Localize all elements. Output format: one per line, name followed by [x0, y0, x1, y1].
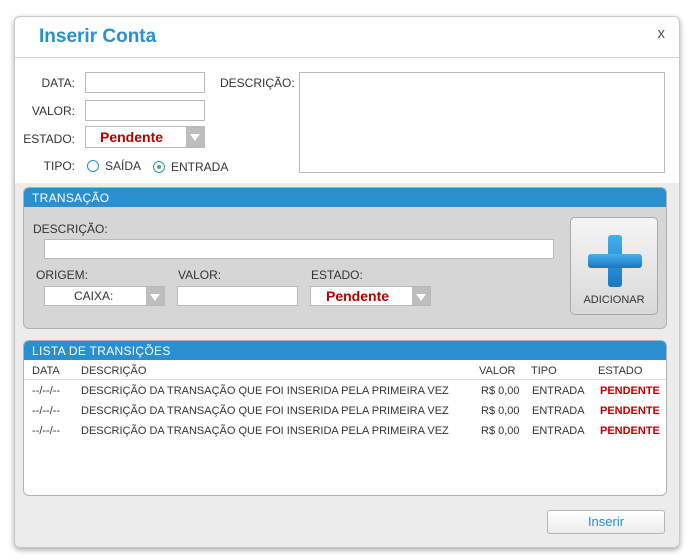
- radio-entrada-label: ENTRADA: [171, 160, 229, 174]
- transaction-estado-value: Pendente: [326, 288, 390, 304]
- column-header-data: DATA: [32, 365, 60, 377]
- row-valor: R$ 0,00: [481, 425, 520, 437]
- transactions-list-header: LISTA DE TRANSIÇÕES: [24, 341, 666, 360]
- transaction-estado-label: ESTADO:: [311, 268, 363, 282]
- dialog-title: Inserir Conta: [39, 26, 157, 47]
- column-header-valor: VALOR: [479, 365, 516, 377]
- transaction-panel: TRANSAÇÃO DESCRIÇÃO: ORIGEM: CAIXA: VALO…: [23, 187, 667, 329]
- valor-input[interactable]: [85, 100, 205, 121]
- tipo-label: TIPO:: [43, 159, 75, 173]
- origem-select[interactable]: CAIXA:: [44, 286, 165, 306]
- insert-button[interactable]: Inserir: [547, 510, 665, 534]
- add-transaction-label: ADICIONAR: [583, 294, 645, 306]
- close-icon[interactable]: x: [658, 25, 666, 42]
- row-valor: R$ 0,00: [481, 385, 520, 397]
- column-header-estado: ESTADO: [598, 365, 643, 377]
- radio-saida[interactable]: [87, 160, 99, 172]
- valor-label: VALOR:: [31, 104, 75, 118]
- descricao-label: DESCRIÇÃO:: [220, 76, 295, 90]
- origem-label: ORIGEM:: [36, 268, 89, 282]
- transaction-descricao-input[interactable]: [44, 239, 554, 259]
- status-badge: PENDENTE: [600, 425, 660, 437]
- transaction-panel-header: TRANSAÇÃO: [24, 188, 666, 207]
- account-form: DATA: VALOR: ESTADO: Pendente TIPO: SAÍD…: [15, 58, 679, 183]
- transaction-valor-input[interactable]: [177, 286, 298, 306]
- transaction-estado-select[interactable]: Pendente: [310, 286, 431, 306]
- row-tipo: ENTRADA: [532, 405, 585, 417]
- add-transaction-button[interactable]: ADICIONAR: [570, 217, 658, 315]
- radio-entrada[interactable]: [153, 161, 165, 173]
- chevron-down-icon: [412, 287, 430, 305]
- row-valor: R$ 0,00: [481, 405, 520, 417]
- row-tipo: ENTRADA: [532, 385, 585, 397]
- transaction-panel-title: TRANSAÇÃO: [32, 191, 110, 205]
- transactions-table: DATA DESCRIÇÃO VALOR TIPO ESTADO --/--/-…: [24, 360, 666, 494]
- column-header-descricao: DESCRIÇÃO: [81, 365, 147, 377]
- estado-select-value: Pendente: [100, 129, 164, 145]
- status-badge: PENDENTE: [600, 405, 660, 417]
- status-badge: PENDENTE: [600, 385, 660, 397]
- transactions-list-title: LISTA DE TRANSIÇÕES: [32, 344, 171, 358]
- chevron-down-icon: [186, 127, 204, 147]
- row-descricao: DESCRIÇÃO DA TRANSAÇÃO QUE FOI INSERIDA …: [81, 405, 449, 417]
- origem-select-value: CAIXA:: [74, 289, 114, 303]
- column-header-tipo: TIPO: [531, 365, 557, 377]
- row-data: --/--/--: [32, 425, 61, 437]
- data-label: DATA:: [41, 76, 75, 90]
- estado-select[interactable]: Pendente: [85, 126, 205, 148]
- row-descricao: DESCRIÇÃO DA TRANSAÇÃO QUE FOI INSERIDA …: [81, 385, 449, 397]
- transaction-descricao-label: DESCRIÇÃO:: [33, 222, 108, 236]
- row-tipo: ENTRADA: [532, 425, 585, 437]
- insert-account-dialog: Inserir Conta x DATA: VALOR: ESTADO: Pen…: [14, 16, 680, 548]
- row-data: --/--/--: [32, 385, 61, 397]
- row-data: --/--/--: [32, 405, 61, 417]
- transactions-list-panel: LISTA DE TRANSIÇÕES DATA DESCRIÇÃO VALOR…: [23, 340, 667, 496]
- radio-saida-label: SAÍDA: [105, 159, 142, 173]
- dialog-header: Inserir Conta x: [15, 17, 679, 58]
- data-input[interactable]: [85, 72, 205, 93]
- estado-label: ESTADO:: [23, 132, 75, 146]
- chevron-down-icon: [146, 287, 164, 305]
- transaction-valor-label: VALOR:: [178, 268, 222, 282]
- descricao-textarea[interactable]: [299, 72, 665, 173]
- row-descricao: DESCRIÇÃO DA TRANSAÇÃO QUE FOI INSERIDA …: [81, 425, 449, 437]
